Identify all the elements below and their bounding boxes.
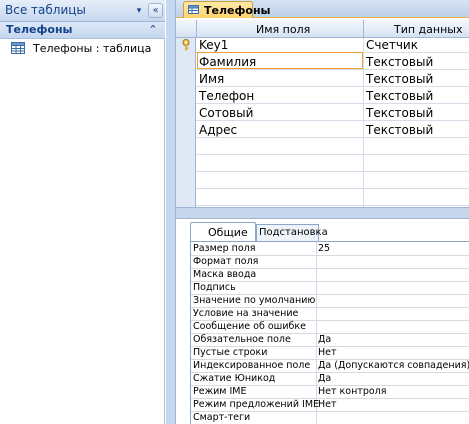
chevron-down-icon[interactable]: ▾ <box>132 4 146 18</box>
property-label: Сжатие Юникод <box>193 373 276 384</box>
property-label: Сообщение об ошибке <box>193 321 306 332</box>
shutter-close-icon[interactable]: « <box>148 3 163 18</box>
property-label: Индексированное поле <box>193 360 311 371</box>
row-divider <box>196 188 469 189</box>
data-type-cell[interactable]: Текстовый <box>366 123 433 137</box>
column-header-data-type[interactable]: Тип данных <box>394 23 462 36</box>
nav-item-phones-table[interactable]: Телефоны : таблица <box>0 39 165 58</box>
property-row[interactable]: Значение по умолчанию <box>191 294 469 308</box>
property-label: Обязательное поле <box>193 334 291 345</box>
field-name-cell[interactable]: Сотовый <box>199 106 253 120</box>
data-type-cell[interactable]: Счетчик <box>366 38 418 52</box>
field-grid: Имя поля Тип данных Key1 Счетчик Фамилия… <box>176 18 469 217</box>
property-row[interactable]: Пустые строки Нет <box>191 346 469 360</box>
property-value[interactable]: Нет <box>318 399 337 410</box>
row-divider <box>196 154 469 155</box>
tab-general-label: Общие <box>208 226 248 239</box>
property-value[interactable]: Да <box>318 334 331 345</box>
property-label: Формат поля <box>193 256 259 267</box>
property-label: Пустые строки <box>193 347 268 358</box>
group-title: Телефоны <box>6 23 73 36</box>
property-row[interactable]: Маска ввода <box>191 268 469 282</box>
field-row[interactable]: Имя Текстовый <box>176 70 469 87</box>
property-row[interactable]: Сжатие Юникод Да <box>191 372 469 386</box>
property-label: Режим предложений IME <box>193 399 320 410</box>
field-name-cell[interactable]: Имя <box>199 72 224 86</box>
navigation-pane: Все таблицы ▾ « Телефоны ⌃ Телефоны : та… <box>0 0 165 424</box>
row-divider <box>196 205 469 206</box>
property-value[interactable]: 25 <box>318 243 330 254</box>
property-value[interactable]: Да (Допускаются совпадения) <box>318 360 469 371</box>
property-row[interactable]: Индексированное поле Да (Допускаются сов… <box>191 359 469 373</box>
navigation-pane-title[interactable]: Все таблицы <box>5 3 86 17</box>
group-header-phones[interactable]: Телефоны ⌃ <box>0 22 165 39</box>
property-row[interactable]: Обязательное поле Да <box>191 333 469 347</box>
property-value[interactable]: Нет <box>318 347 337 358</box>
field-name-cell[interactable]: Адрес <box>199 123 237 137</box>
field-name-cell[interactable]: Телефон <box>199 89 254 103</box>
row-divider <box>196 137 469 138</box>
property-label: Маска ввода <box>193 269 257 280</box>
property-value[interactable]: Да <box>318 373 331 384</box>
property-row[interactable]: Смарт-теги <box>191 411 469 424</box>
nav-item-label: Телефоны : таблица <box>33 42 152 55</box>
property-row[interactable]: Размер поля 25 <box>191 242 469 256</box>
navigation-pane-header[interactable]: Все таблицы ▾ « <box>0 0 165 22</box>
property-value[interactable]: Нет контроля <box>318 386 386 397</box>
property-label: Режим IME <box>193 386 247 397</box>
document-tab-phones[interactable]: Телефоны <box>183 1 271 18</box>
document-tab-label: Телефоны <box>204 4 271 17</box>
field-row[interactable]: Адрес Текстовый <box>176 121 469 138</box>
field-row[interactable]: Key1 Счетчик <box>176 36 469 53</box>
data-type-cell[interactable]: Текстовый <box>366 72 433 86</box>
design-view-splitter[interactable] <box>176 207 469 219</box>
property-label: Размер поля <box>193 243 256 254</box>
pane-splitter[interactable] <box>166 0 176 424</box>
data-type-cell[interactable]: Текстовый <box>366 89 433 103</box>
property-label: Подпись <box>193 282 236 293</box>
tab-general[interactable]: Общие <box>190 222 256 241</box>
selected-cell-highlight <box>197 52 363 69</box>
tab-lookup[interactable]: Подстановка <box>256 224 328 241</box>
row-divider <box>196 171 469 172</box>
field-row[interactable]: Телефон Текстовый <box>176 87 469 104</box>
property-row[interactable]: Режим предложений IME Нет <box>191 398 469 412</box>
primary-key-icon <box>182 39 190 51</box>
tab-lookup-label: Подстановка <box>259 227 328 238</box>
field-row[interactable]: Сотовый Текстовый <box>176 104 469 121</box>
property-row[interactable]: Режим IME Нет контроля <box>191 385 469 399</box>
column-header-field-name[interactable]: Имя поля <box>256 23 310 36</box>
field-name-cell[interactable]: Key1 <box>199 38 228 52</box>
property-row[interactable]: Формат поля <box>191 255 469 269</box>
property-label: Смарт-теги <box>193 412 251 423</box>
data-type-cell[interactable]: Текстовый <box>366 55 433 69</box>
data-type-cell[interactable]: Текстовый <box>366 106 433 120</box>
property-label: Значение по умолчанию <box>193 295 316 306</box>
property-row[interactable]: Подпись <box>191 281 469 295</box>
collapse-group-icon[interactable]: ⌃ <box>146 22 160 38</box>
table-icon <box>11 42 25 54</box>
properties-table: Размер поля 25 Формат поля Маска ввода П… <box>190 241 469 424</box>
table-icon <box>188 5 199 14</box>
property-row[interactable]: Условие на значение <box>191 307 469 321</box>
property-row[interactable]: Сообщение об ошибке <box>191 320 469 334</box>
property-label: Условие на значение <box>193 308 299 319</box>
field-properties-pane: Общие Подстановка Размер поля 25 Формат … <box>187 219 469 424</box>
